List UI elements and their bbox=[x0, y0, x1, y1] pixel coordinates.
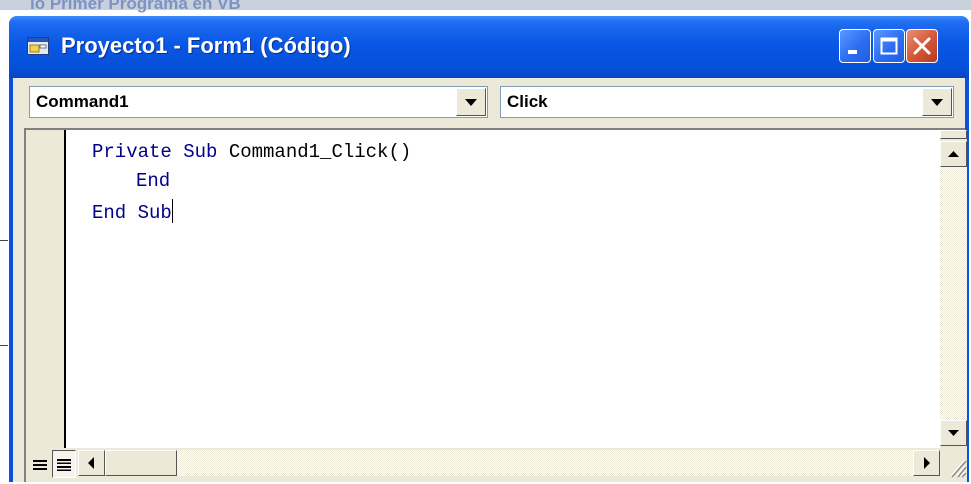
maximize-button[interactable] bbox=[873, 29, 905, 63]
text-caret bbox=[171, 199, 173, 223]
minimize-icon bbox=[848, 50, 857, 54]
arrow-down-icon bbox=[948, 430, 959, 436]
breakpoint-margin[interactable] bbox=[26, 130, 66, 448]
background-divider bbox=[0, 345, 8, 346]
form-icon[interactable] bbox=[27, 37, 49, 55]
chevron-down-icon bbox=[931, 99, 943, 106]
code-editor-frame: Private Sub Command1_Click() End End Sub bbox=[24, 128, 967, 482]
title-bar[interactable]: Proyecto1 - Form1 (Código) bbox=[9, 16, 969, 78]
object-dropdown[interactable]: Command1 bbox=[29, 86, 488, 118]
procedure-view-button[interactable] bbox=[28, 450, 52, 478]
arrow-left-icon bbox=[88, 457, 94, 469]
arrow-up-icon bbox=[948, 151, 959, 157]
procedure-dropdown[interactable]: Click bbox=[500, 86, 954, 118]
full-module-view-icon bbox=[57, 459, 71, 471]
code-identifier: Command1_Click() bbox=[217, 141, 412, 163]
scroll-left-button[interactable] bbox=[78, 450, 105, 476]
horizontal-scroll-track[interactable] bbox=[177, 450, 913, 476]
vertical-scroll-track[interactable] bbox=[940, 167, 967, 420]
editor-bottom-bar bbox=[26, 448, 967, 482]
code-editor[interactable]: Private Sub Command1_Click() End End Sub bbox=[68, 130, 940, 448]
scroll-right-button[interactable] bbox=[913, 450, 940, 476]
scroll-down-button[interactable] bbox=[940, 420, 967, 446]
minimize-button[interactable] bbox=[839, 29, 871, 63]
code-keyword: End bbox=[136, 170, 171, 192]
full-module-view-button[interactable] bbox=[52, 450, 76, 478]
code-line[interactable]: Private Sub Command1_Click() bbox=[92, 141, 411, 163]
maximize-icon bbox=[880, 37, 898, 55]
chevron-down-icon bbox=[465, 99, 477, 106]
object-dropdown-value: Command1 bbox=[36, 92, 129, 111]
code-line[interactable]: End Sub bbox=[92, 199, 173, 224]
code-window: Proyecto1 - Form1 (Código) Command1 Clic… bbox=[9, 16, 969, 482]
code-keyword: Private Sub bbox=[92, 141, 218, 163]
vertical-scrollbar[interactable] bbox=[940, 130, 967, 448]
resize-grip[interactable] bbox=[940, 450, 967, 478]
horizontal-scroll-thumb[interactable] bbox=[105, 450, 177, 476]
split-bar[interactable] bbox=[940, 130, 967, 139]
horizontal-scrollbar[interactable] bbox=[78, 450, 940, 478]
code-line[interactable]: End bbox=[136, 170, 170, 192]
resize-grip-icon bbox=[950, 459, 967, 478]
background-window-title: ıo Primer Programa en VB bbox=[30, 0, 241, 13]
procedure-dropdown-button[interactable] bbox=[922, 88, 952, 116]
scroll-up-button[interactable] bbox=[940, 141, 967, 167]
close-button[interactable] bbox=[906, 29, 938, 63]
window-client-area: Command1 Click Private Sub Command1_Clic… bbox=[13, 78, 967, 482]
procedure-view-icon bbox=[33, 460, 47, 470]
close-icon bbox=[913, 37, 931, 55]
background-divider bbox=[0, 240, 8, 241]
arrow-right-icon bbox=[924, 457, 930, 469]
object-dropdown-button[interactable] bbox=[456, 88, 486, 116]
window-title: Proyecto1 - Form1 (Código) bbox=[61, 33, 351, 58]
procedure-dropdown-value: Click bbox=[507, 92, 548, 111]
code-keyword: End Sub bbox=[92, 202, 172, 224]
